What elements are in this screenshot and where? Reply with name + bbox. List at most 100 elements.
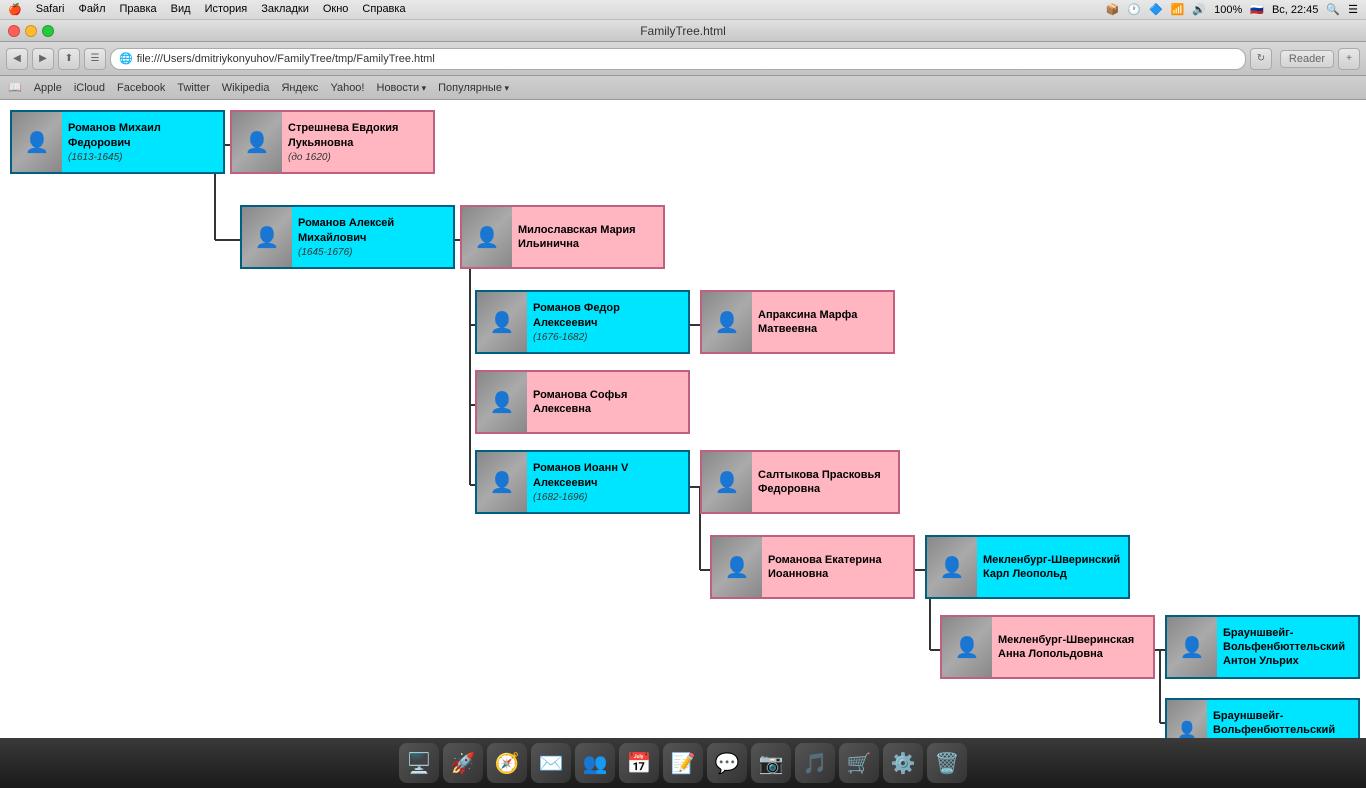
person-braunschweig2[interactable]: 👤 Брауншвейг-Вольфенбюттельский [1165,698,1360,738]
bookmark-popular[interactable]: Популярные [438,82,509,94]
person-anna[interactable]: 👤 Мекленбург-Шверинская Анна Лопольдовна [940,615,1155,679]
saltykova-info: Салтыкова Прасковья Федоровна [752,452,898,512]
dock-system-prefs[interactable]: ⚙️ [883,743,923,783]
mikhail-photo: 👤 [12,112,62,172]
window-title: FamilyTree.html [640,24,726,38]
dock-trash[interactable]: 🗑️ [927,743,967,783]
dock-calendar[interactable]: 📅 [619,743,659,783]
person-aleksey[interactable]: 👤 Романов Алексей Михайлович (1645-1676) [240,205,455,269]
stresheva-name: Стрешнева Евдокия Лукьяновна [288,121,427,150]
dock-facetime[interactable]: 📷 [751,743,791,783]
person-ioann[interactable]: 👤 Романов Иоанн V Алексеевич (1682-1696) [475,450,690,514]
person-sofia[interactable]: 👤 Романова Софья Алексевна [475,370,690,434]
bookmark-icon: 📖 [8,81,22,94]
menubar-right: 📦 🕐 🔷 📶 🔊 100% 🇷🇺 Вс, 22:45 🔍 ☰ [1106,3,1358,16]
wifi-icon: 📶 [1171,3,1185,16]
saltykova-photo: 👤 [702,452,752,512]
person-anton[interactable]: 👤 Брауншвейг-Вольфенбюттельский Антон Ул… [1165,615,1360,679]
dock-contacts[interactable]: 👥 [575,743,615,783]
person-saltykova[interactable]: 👤 Салтыкова Прасковья Федоровна [700,450,900,514]
close-button[interactable] [8,25,20,37]
list-icon[interactable]: ☰ [1348,3,1358,16]
dock-music[interactable]: 🎵 [795,743,835,783]
search-icon[interactable]: 🔍 [1326,3,1340,16]
new-tab-button[interactable]: + [1338,48,1360,70]
clock-icon: 🕐 [1127,3,1141,16]
fedor-name: Романов Федор Алексеевич [533,301,682,330]
person-miloslavskaya[interactable]: 👤 Милославская Мария Ильинична [460,205,665,269]
menu-file[interactable]: Файл [78,3,105,16]
address-bar[interactable]: 🌐 file:///Users/dmitriykonyuhov/FamilyTr… [110,48,1246,70]
dock-finder[interactable]: 🖥️ [399,743,439,783]
bookmark-icloud[interactable]: iCloud [74,82,105,94]
sidebar-toggle[interactable]: ☰ [84,48,106,70]
person-ekaterina[interactable]: 👤 Романова Екатерина Иоанновна [710,535,915,599]
address-text: file:///Users/dmitriykonyuhov/FamilyTree… [137,53,435,65]
mecklenburg-photo: 👤 [927,537,977,597]
saltykova-name: Салтыкова Прасковья Федоровна [758,468,892,497]
menu-safari[interactable]: Safari [36,3,65,16]
datetime: Вс, 22:45 [1272,4,1318,16]
bookmark-news[interactable]: Новости [377,82,427,94]
back-button[interactable]: ◀ [6,48,28,70]
safari-toolbar: ◀ ▶ ⬆ ☰ 🌐 file:///Users/dmitriykonyuhov/… [0,42,1366,76]
menu-bookmarks[interactable]: Закладки [261,3,309,16]
bookmark-wikipedia[interactable]: Wikipedia [222,82,270,94]
person-fedor[interactable]: 👤 Романов Федор Алексеевич (1676-1682) [475,290,690,354]
forward-button[interactable]: ▶ [32,48,54,70]
dock-safari[interactable]: 🧭 [487,743,527,783]
anton-photo: 👤 [1167,617,1217,677]
menubar: 🍎 Safari Файл Правка Вид История Закладк… [0,0,1366,20]
dock-notes[interactable]: 📝 [663,743,703,783]
aleksey-name: Романов Алексей Михайлович [298,216,447,245]
bookmark-yahoo[interactable]: Yahoo! [330,82,364,94]
person-mikhail[interactable]: 👤 Романов Михаил Федорович (1613-1645) [10,110,225,174]
dock: 🖥️ 🚀 🧭 ✉️ 👥 📅 📝 💬 📷 🎵 🛒 ⚙️ 🗑️ [0,738,1366,788]
menu-window[interactable]: Окно [323,3,349,16]
mikhail-name: Романов Михаил Федорович [68,121,217,150]
bluetooth-icon: 🔷 [1149,3,1163,16]
sofia-name: Романова Софья Алексевна [533,388,682,417]
miloslavskaya-info: Милославская Мария Ильинична [512,207,663,267]
reader-button[interactable]: Reader [1280,50,1334,68]
person-apraksina[interactable]: 👤 Апраксина Марфа Матвеевна [700,290,895,354]
window-controls [8,25,54,37]
dock-mail[interactable]: ✉️ [531,743,571,783]
bookmark-yandex[interactable]: Яндекс [281,82,318,94]
menu-view[interactable]: Вид [171,3,191,16]
menu-history[interactable]: История [205,3,248,16]
person-stresheva[interactable]: 👤 Стрешнева Евдокия Лукьяновна (до 1620) [230,110,435,174]
family-tree: 👤 Романов Михаил Федорович (1613-1645) 👤… [0,100,1366,738]
anton-info: Брауншвейг-Вольфенбюттельский Антон Ульр… [1217,617,1358,677]
bookmark-apple[interactable]: Apple [34,82,62,94]
maximize-button[interactable] [42,25,54,37]
minimize-button[interactable] [25,25,37,37]
bookmark-facebook[interactable]: Facebook [117,82,165,94]
dock-appstore[interactable]: 🛒 [839,743,879,783]
bookmark-twitter[interactable]: Twitter [177,82,209,94]
aleksey-photo: 👤 [242,207,292,267]
dock-messages[interactable]: 💬 [707,743,747,783]
menu-edit[interactable]: Правка [120,3,157,16]
fedor-dates: (1676-1682) [533,332,682,343]
apple-menu[interactable]: 🍎 [8,3,22,16]
miloslavskaya-photo: 👤 [462,207,512,267]
anna-info: Мекленбург-Шверинская Анна Лопольдовна [992,617,1153,677]
stresheva-info: Стрешнева Евдокия Лукьяновна (до 1620) [282,112,433,172]
apraksina-info: Апраксина Марфа Матвеевна [752,292,893,352]
person-mecklenburg[interactable]: 👤 Мекленбург-Шверинский Карл Леопольд [925,535,1130,599]
fedor-info: Романов Федор Алексеевич (1676-1682) [527,292,688,352]
dropbox-icon: 📦 [1106,3,1120,16]
ekaterina-info: Романова Екатерина Иоанновна [762,537,913,597]
reload-button[interactable]: ↻ [1250,48,1272,70]
menu-help[interactable]: Справка [362,3,405,16]
aleksey-dates: (1645-1676) [298,247,447,258]
dock-launchpad[interactable]: 🚀 [443,743,483,783]
share-button[interactable]: ⬆ [58,48,80,70]
ekaterina-photo: 👤 [712,537,762,597]
titlebar: FamilyTree.html [0,20,1366,42]
ekaterina-name: Романова Екатерина Иоанновна [768,553,907,582]
apraksina-photo: 👤 [702,292,752,352]
ioann-photo: 👤 [477,452,527,512]
mecklenburg-name: Мекленбург-Шверинский Карл Леопольд [983,553,1122,582]
